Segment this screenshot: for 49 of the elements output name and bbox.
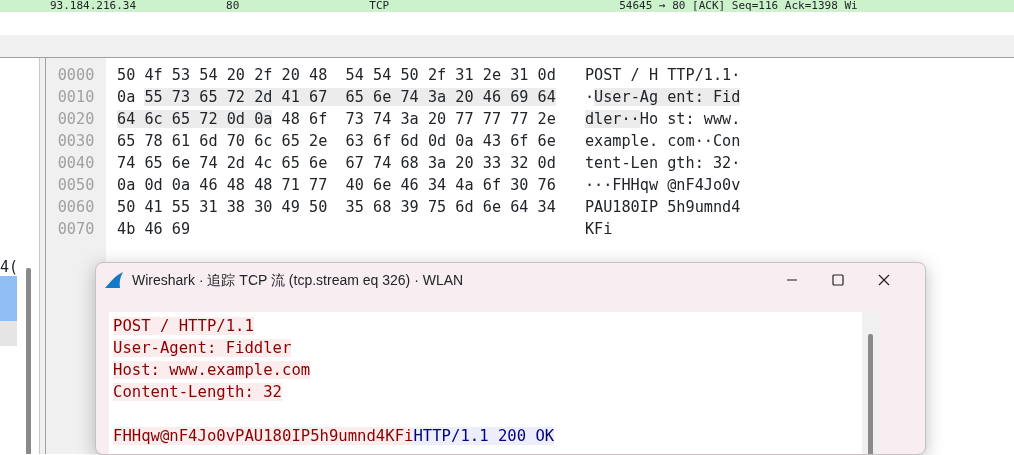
hex-bytes: 50 4f 53 54 20 2f 20 48 54 54 50 2f 31 2e 31 0d <box>117 66 556 84</box>
hex-bytes: 55 73 65 72 2d 41 67 65 6e 74 3a 20 46 69 64 <box>144 88 556 106</box>
hex-bytes: 48 6f 73 74 3a 20 77 77 77 2e <box>280 110 556 128</box>
scrollbar[interactable] <box>862 312 880 454</box>
tree-row <box>0 321 17 346</box>
offset-label: 0020 <box>57 109 95 130</box>
selection-highlight <box>0 276 17 321</box>
offset-label: 0040 <box>57 153 95 174</box>
close-icon <box>877 273 891 287</box>
scrollbar[interactable] <box>26 268 31 454</box>
hex-bytes: 50 41 55 31 38 30 49 50 35 68 39 75 6d 6e 64 34 <box>117 198 556 216</box>
client-text: Host: www.example.com <box>113 361 311 379</box>
source-cell: 93.184.216.34 <box>50 0 137 12</box>
shark-fin-icon <box>104 271 124 289</box>
tree-text: 4( <box>0 258 20 276</box>
packet-row[interactable]: 93.184.216.34 80 TCP 54645 → 80 [ACK] Seq=116 Ack=1398 Wi <box>0 0 1014 12</box>
ascii-text: PAU180IP 5h9umnd4 <box>584 198 741 216</box>
client-text: POST / HTTP/1.1 <box>113 317 254 335</box>
ascii-text: tent-Len gth: 32· <box>584 154 741 172</box>
ascii-text: User-Ag ent: Fid <box>594 88 741 106</box>
maximize-icon <box>831 273 845 287</box>
offset-label: 0070 <box>57 219 95 240</box>
client-text: Content-Length: 32 <box>113 383 282 401</box>
ascii-text: ···FHHqw @nF4Jo0v <box>584 176 741 194</box>
server-text: HTTP/1.1 200 OK <box>413 427 555 445</box>
hex-bytes: 64 6c 65 72 0d 0a <box>117 110 273 128</box>
info-cell: 54645 → 80 [ACK] Seq=116 Ack=1398 Wi <box>619 0 858 12</box>
offset-label: 0050 <box>57 175 95 196</box>
client-text: FHHqw@nF4Jo0vPAU180IP5h9umnd4KFi <box>113 427 414 445</box>
window-title: Wireshark · 追踪 TCP 流 (tcp.stream eq 326) · WLAN <box>132 270 465 290</box>
ascii-text: · <box>584 88 595 106</box>
offset-label: 0010 <box>57 87 95 108</box>
offset-label: 0030 <box>57 131 95 152</box>
offset-label: 0000 <box>57 65 95 86</box>
scroll-thumb[interactable] <box>868 334 873 454</box>
protocol-cell: TCP <box>369 0 390 12</box>
ascii-text: example. com··Con <box>584 132 741 150</box>
hex-bytes: 74 65 6e 74 2d 4c 65 6e 67 74 68 3a 20 33 32 0d <box>117 154 556 172</box>
hex-bytes: 65 78 61 6d 70 6c 65 2e 63 6f 6d 0d 0a 43 6f 6e <box>117 132 556 150</box>
hex-bytes: 0a <box>117 88 137 106</box>
client-text: User-Agent: Fiddler <box>113 339 292 357</box>
ascii-text: POST / H TTP/1.1· <box>584 66 741 84</box>
offset-label: 0060 <box>57 197 95 218</box>
hex-bytes: 4b 46 69 <box>117 220 191 238</box>
port-cell: 80 <box>226 0 240 12</box>
ascii-text: dler·· <box>584 110 640 128</box>
ascii-text: Ho st: www. <box>639 110 741 128</box>
ascii-text: KFi <box>584 220 613 238</box>
hex-bytes: 0a 0d 0a 46 48 48 71 77 40 6e 46 34 4a 6f 30 76 <box>117 176 556 194</box>
